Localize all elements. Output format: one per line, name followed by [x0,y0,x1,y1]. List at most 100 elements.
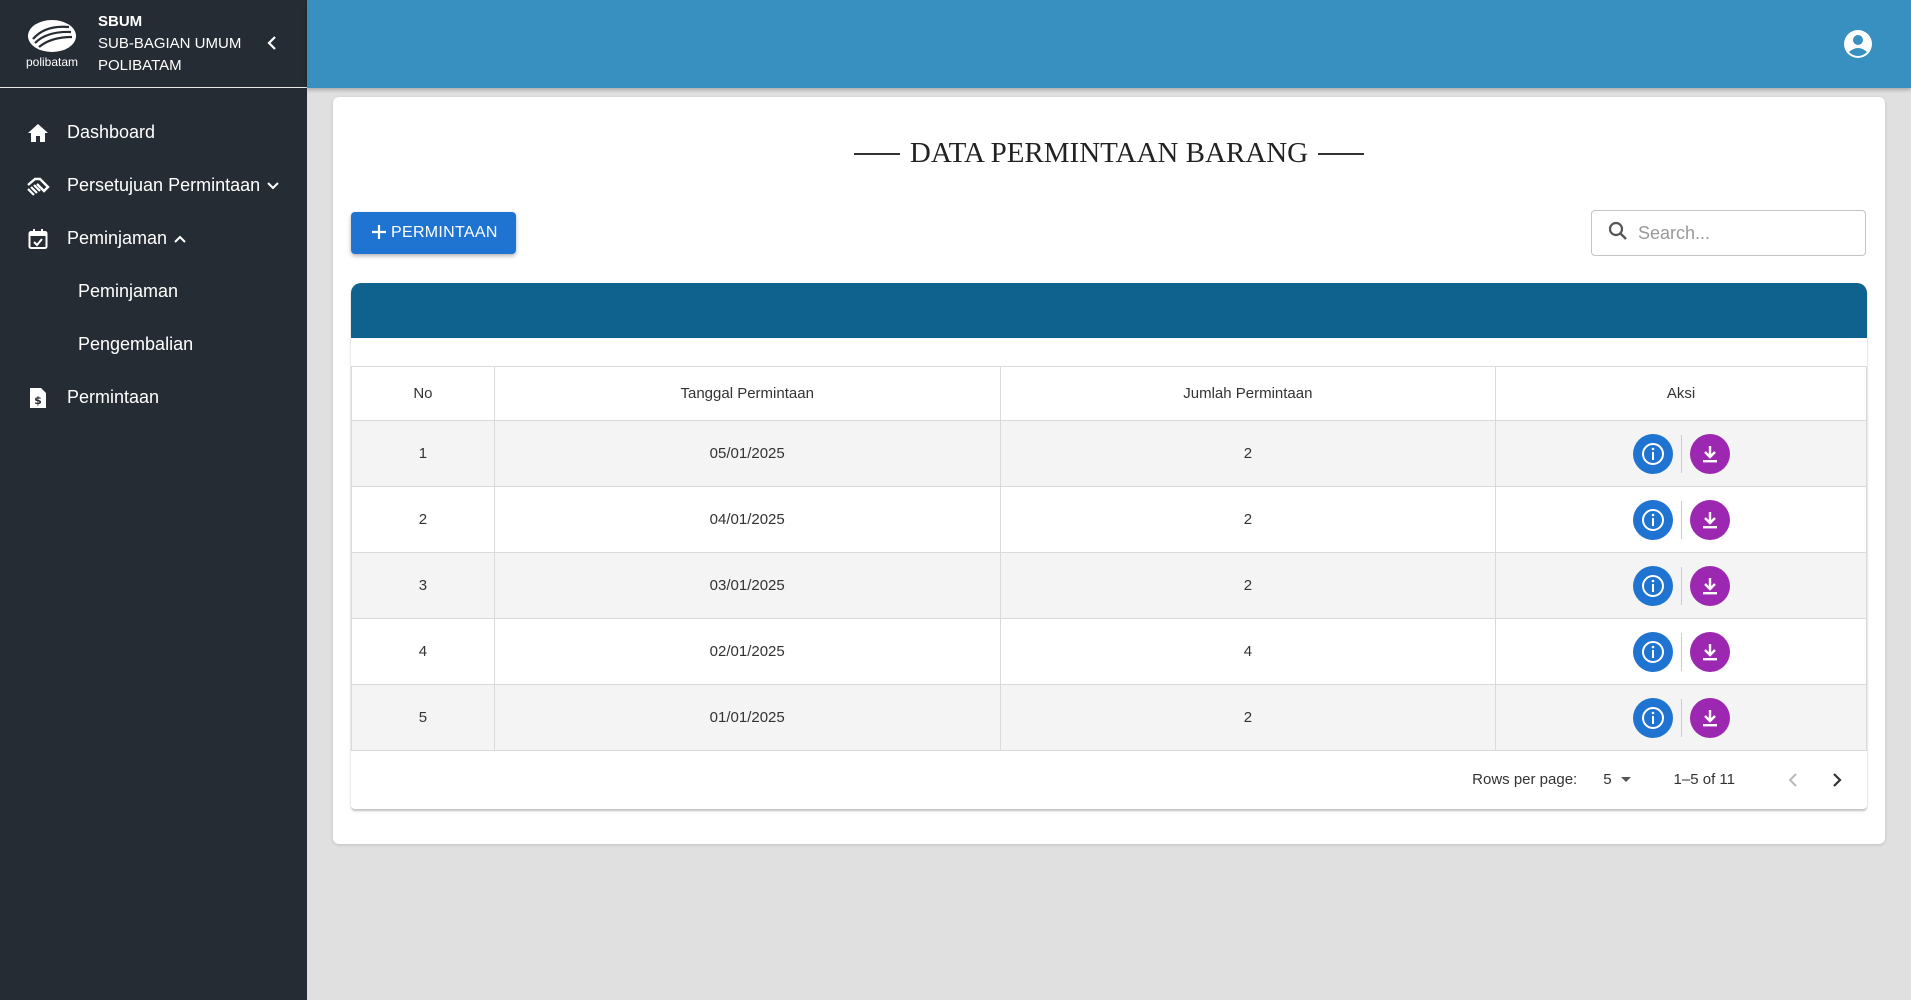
info-button[interactable] [1632,433,1673,474]
table-row: 5 01/01/2025 2 [351,684,1867,751]
data-table-container: No Tanggal Permintaan Jumlah Permintaan … [351,283,1867,809]
cell-tanggal: 03/01/2025 [493,552,1001,619]
sidebar-subitem-peminjaman[interactable]: Peminjaman [0,265,307,318]
sidebar-item-persetujuan-permintaan[interactable]: Persetujuan Permintaan [0,159,307,212]
cell-tanggal: 01/01/2025 [493,684,1001,751]
download-icon [1702,511,1717,528]
cell-no: 2 [351,486,495,553]
info-icon [1641,442,1664,465]
brand-institution: POLIBATAM [98,56,182,74]
info-button[interactable] [1632,631,1673,672]
download-button[interactable] [1689,433,1730,474]
cell-aksi [1495,618,1867,685]
add-button-label: PERMINTAAN [391,224,498,241]
download-button[interactable] [1689,631,1730,672]
cell-no: 4 [351,618,495,685]
info-button[interactable] [1632,697,1673,738]
cell-tanggal: 04/01/2025 [493,486,1001,553]
table-row: 3 03/01/2025 2 [351,552,1867,619]
brand-text: SBUM SUB-BAGIAN UMUM POLIBATAM [98,11,241,77]
cell-no: 3 [351,552,495,619]
logo-text: polibatam [25,54,79,69]
sidebar-item-dashboard[interactable]: Dashboard [0,106,307,159]
info-icon [1641,574,1664,597]
cell-aksi [1495,486,1867,553]
download-button[interactable] [1689,499,1730,540]
home-icon [26,121,50,145]
add-permintaan-button[interactable]: PERMINTAAN [351,212,516,254]
chevron-up-icon [173,234,187,244]
cell-no: 5 [351,684,495,751]
search-icon [1608,221,1628,246]
info-button[interactable] [1632,565,1673,606]
column-header-no[interactable]: No [351,366,495,421]
brand-acronym: SBUM [98,12,143,30]
column-header-jumlah[interactable]: Jumlah Permintaan [999,366,1497,421]
table-row: 2 04/01/2025 2 [351,486,1867,553]
download-icon [1702,643,1717,660]
sidebar-item-label: Permintaan [67,387,160,407]
download-icon [1702,709,1717,726]
svg-text:$: $ [34,394,42,407]
cell-no: 1 [351,420,495,487]
file-invoice-icon: $ [26,386,50,410]
page-title: DATA PERMINTAAN BARANG [333,137,1885,170]
info-button[interactable] [1632,499,1673,540]
cell-jumlah: 2 [999,552,1497,619]
chevron-left-icon [267,36,276,50]
table-row: 4 02/01/2025 4 [351,618,1867,685]
rows-per-page-select[interactable]: 5 [1603,771,1631,788]
main-card: DATA PERMINTAAN BARANG PERMINTAAN Search… [333,97,1885,844]
rows-per-page-value: 5 [1603,771,1612,788]
previous-page-button[interactable] [1777,764,1809,796]
handshake-icon [26,174,50,198]
account-circle-icon [1844,30,1872,58]
sidebar-item-label: Dashboard [67,122,156,142]
cell-aksi [1495,684,1867,751]
table-row: 1 05/01/2025 2 [351,420,1867,487]
cell-jumlah: 2 [999,486,1497,553]
info-icon [1641,706,1664,729]
title-divider-left [853,152,900,155]
logo-emblem-icon [28,19,76,52]
permintaan-table: No Tanggal Permintaan Jumlah Permintaan … [351,366,1867,751]
sidebar-subitem-pengembalian[interactable]: Pengembalian [0,318,307,371]
plus-icon [371,222,387,244]
next-page-button[interactable] [1821,764,1853,796]
sidebar-item-label: Persetujuan Permintaan [67,175,261,195]
download-button[interactable] [1689,565,1730,606]
collapse-sidebar-button[interactable] [257,28,287,58]
sidebar-nav: Dashboard Persetujuan Permintaan Peminja… [0,88,307,424]
polibatam-logo: polibatam [22,14,82,74]
cell-tanggal: 05/01/2025 [493,420,1001,487]
cell-jumlah: 4 [999,618,1497,685]
table-pagination: Rows per page: 5 1–5 of 11 [351,751,1867,808]
table-header-row: No Tanggal Permintaan Jumlah Permintaan … [351,366,1867,421]
sidebar-subitem-label: Pengembalian [78,334,194,354]
download-icon [1702,445,1717,462]
account-button[interactable] [1843,29,1873,59]
sidebar-subitem-label: Peminjaman [78,281,179,301]
sidebar-item-label: Peminjaman [67,228,168,248]
sidebar-item-peminjaman[interactable]: Peminjaman [0,212,307,265]
column-header-tanggal[interactable]: Tanggal Permintaan [493,366,1001,421]
rows-per-page-label: Rows per page: [1472,771,1578,788]
sidebar-item-permintaan[interactable]: $ Permintaan [0,371,307,424]
download-button[interactable] [1689,697,1730,738]
cell-aksi [1495,552,1867,619]
column-header-aksi: Aksi [1495,366,1867,421]
chevron-down-icon [266,181,280,191]
search-box[interactable] [1591,210,1866,256]
search-input[interactable] [1638,222,1848,244]
caret-down-icon [1620,776,1632,784]
title-divider-right [1318,152,1365,155]
chevron-right-icon [1833,772,1842,787]
calendar-check-icon [26,227,50,251]
info-icon [1641,508,1664,531]
pagination-range: 1–5 of 11 [1673,771,1735,788]
table-header-band [351,283,1867,338]
brand-subtitle: SUB-BAGIAN UMUM [98,34,242,52]
cell-tanggal: 02/01/2025 [493,618,1001,685]
download-icon [1702,577,1717,594]
info-icon [1641,640,1664,663]
